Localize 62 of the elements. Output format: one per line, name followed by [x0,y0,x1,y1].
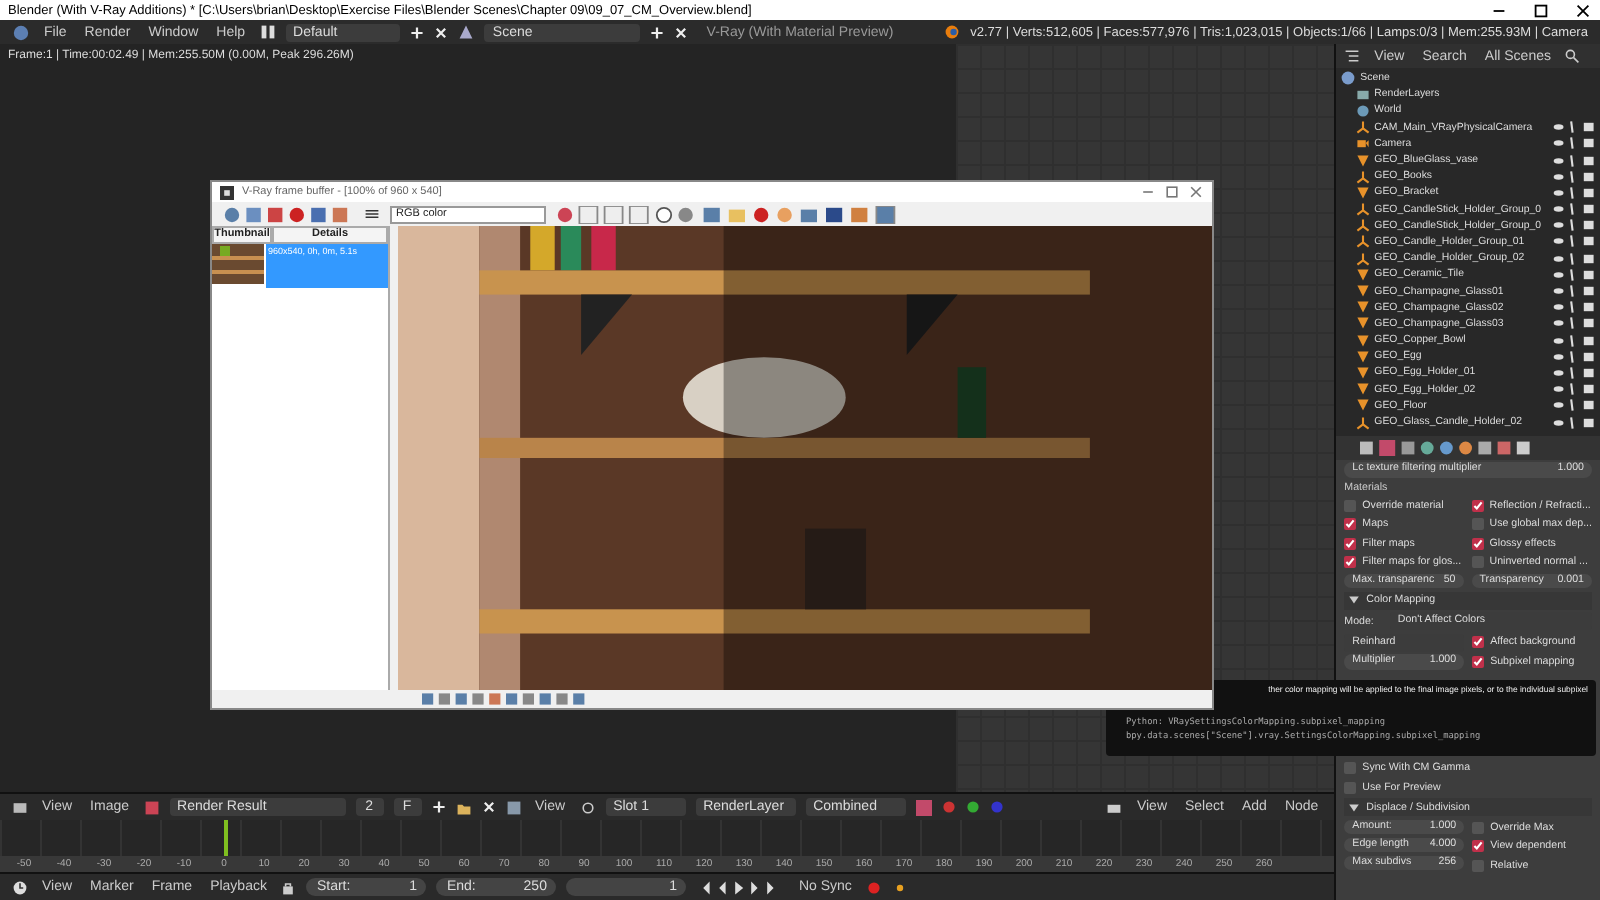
checkbox[interactable] [1344,556,1357,568]
axes-icon [1356,120,1371,135]
folder-icon[interactable] [455,799,472,815]
scene-icon[interactable] [458,24,475,40]
circle-icon[interactable] [941,800,956,814]
close-icon[interactable] [1574,1,1592,19]
checkbox[interactable] [1344,499,1357,511]
visibility-icons[interactable] [1552,169,1596,184]
lock-icon[interactable] [280,879,297,895]
camera-icon [1356,136,1371,151]
mesh-icon [1356,185,1371,200]
axes-icon [1356,169,1371,184]
visibility-icons[interactable] [1552,185,1596,200]
record-icon[interactable] [865,879,882,895]
visibility-icons[interactable] [1552,316,1596,331]
visibility-icons[interactable] [1552,284,1596,299]
maximize-icon[interactable] [1532,1,1550,19]
visibility-icons[interactable] [1552,398,1596,413]
visibility-icons[interactable] [1552,415,1596,430]
plus-icon[interactable] [431,800,446,814]
checkbox[interactable] [1344,518,1357,530]
scene-icon [1340,70,1357,87]
app-icon [220,185,234,199]
search-icon[interactable] [1564,48,1581,64]
visibility-icons[interactable] [1552,120,1596,135]
visibility-icons[interactable] [1552,136,1596,151]
axes-icon [1356,415,1371,430]
checkbox[interactable] [1472,840,1485,852]
visibility-icons[interactable] [1552,300,1596,315]
visibility-icons[interactable] [1552,234,1596,249]
visibility-icons[interactable] [1552,349,1596,364]
layout-icon[interactable] [259,24,276,40]
menu-icon[interactable] [364,206,380,222]
checkbox[interactable] [1472,859,1485,871]
checkbox[interactable] [1472,821,1485,833]
visibility-icons[interactable] [1552,267,1596,282]
globe-icon [1356,103,1371,118]
mesh-icon [1356,153,1371,168]
plus-icon[interactable] [650,25,665,39]
visibility-icons[interactable] [1552,202,1596,217]
checkbox[interactable] [1471,556,1484,568]
checkbox[interactable] [1471,537,1484,549]
circle-icon[interactable] [965,800,980,814]
checkbox[interactable] [1344,762,1357,774]
disclosure-triangle-icon[interactable] [1348,801,1361,813]
visibility-icons[interactable] [1552,333,1596,348]
disclosure-triangle-icon[interactable] [1348,594,1361,606]
visibility-icons[interactable] [1552,251,1596,266]
checkbox[interactable] [1471,499,1484,511]
checkbox[interactable] [1344,537,1357,549]
clock-icon[interactable] [12,879,28,895]
checkbox[interactable] [1471,518,1484,530]
visibility-icons[interactable] [1552,153,1596,168]
visibility-icons[interactable] [1552,365,1596,380]
plus-icon[interactable] [410,25,425,39]
target-icon[interactable] [579,799,596,815]
outliner-icon[interactable] [1344,48,1361,64]
checkbox[interactable] [1472,635,1485,647]
checkbox[interactable] [1344,781,1357,793]
visibility-icons[interactable] [1552,382,1596,397]
checkbox[interactable] [1472,656,1485,668]
visibility-icons[interactable] [1552,218,1596,233]
